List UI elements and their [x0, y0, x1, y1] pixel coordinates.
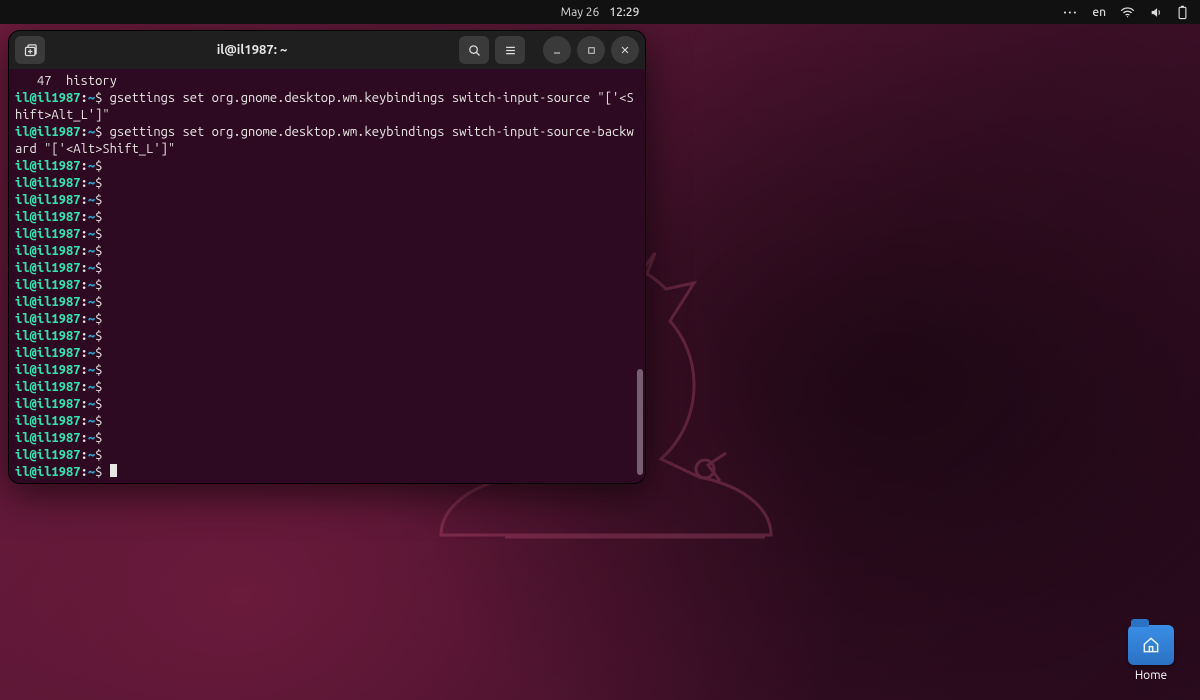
terminal-window: il@il1987: ~ 47 historyil@il1987:~$ gset…: [8, 30, 646, 484]
terminal-line: il@il1987:~$ gsettings set org.gnome.des…: [15, 124, 639, 158]
terminal-line: il@il1987:~$: [15, 158, 639, 175]
terminal-cursor: [110, 464, 117, 477]
terminal-line: il@il1987:~$: [15, 447, 639, 464]
desktop-icon-home[interactable]: Home: [1128, 625, 1174, 682]
power-icon[interactable]: [1177, 5, 1188, 20]
hamburger-menu-button[interactable]: [495, 36, 525, 64]
panel-time: 12:29: [609, 6, 639, 19]
new-tab-button[interactable]: [15, 36, 45, 64]
terminal-line: il@il1987:~$: [15, 226, 639, 243]
terminal-line: il@il1987:~$: [15, 413, 639, 430]
close-button[interactable]: [611, 36, 639, 64]
terminal-line: il@il1987:~$: [15, 294, 639, 311]
more-icon[interactable]: ···: [1063, 6, 1078, 19]
terminal-body[interactable]: 47 historyil@il1987:~$ gsettings set org…: [9, 69, 645, 483]
terminal-line: il@il1987:~$: [15, 209, 639, 226]
terminal-line: il@il1987:~$: [15, 430, 639, 447]
terminal-line: il@il1987:~$: [15, 328, 639, 345]
maximize-button[interactable]: [577, 36, 605, 64]
terminal-line: il@il1987:~$: [15, 192, 639, 209]
terminal-line: il@il1987:~$: [15, 260, 639, 277]
terminal-line: il@il1987:~$: [15, 464, 639, 481]
terminal-line: il@il1987:~$: [15, 277, 639, 294]
panel-date: May 26: [561, 6, 600, 19]
terminal-line: il@il1987:~$: [15, 396, 639, 413]
terminal-line: il@il1987:~$: [15, 345, 639, 362]
window-title: il@il1987: ~: [51, 43, 453, 57]
minimize-button[interactable]: [543, 36, 571, 64]
terminal-line: il@il1987:~$: [15, 379, 639, 396]
search-button[interactable]: [459, 36, 489, 64]
input-language-indicator[interactable]: en: [1092, 6, 1106, 19]
clock-area[interactable]: May 26 12:29: [561, 6, 640, 19]
terminal-line: il@il1987:~$: [15, 175, 639, 192]
terminal-line: 47 history: [15, 73, 639, 90]
terminal-line: il@il1987:~$ gsettings set org.gnome.des…: [15, 90, 639, 124]
terminal-titlebar[interactable]: il@il1987: ~: [9, 31, 645, 69]
desktop-icon-label: Home: [1135, 669, 1167, 682]
folder-icon: [1128, 625, 1174, 665]
top-panel: May 26 12:29 ··· en: [0, 0, 1200, 24]
system-tray: ··· en: [1063, 5, 1200, 20]
wifi-icon[interactable]: [1120, 6, 1135, 18]
terminal-line: il@il1987:~$: [15, 362, 639, 379]
terminal-line: il@il1987:~$: [15, 311, 639, 328]
terminal-line: il@il1987:~$: [15, 243, 639, 260]
terminal-scrollbar[interactable]: [637, 369, 643, 475]
volume-icon[interactable]: [1149, 6, 1163, 19]
